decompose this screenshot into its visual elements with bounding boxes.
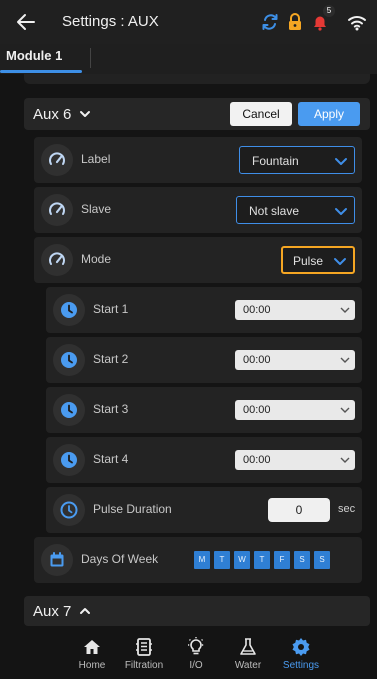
start-3-label: Start 3 [93,402,129,416]
label-select[interactable]: Fountain [239,146,355,174]
pulse-duration-label: Pulse Duration [93,502,172,516]
gauge-icon [41,244,73,276]
wifi-icon[interactable] [346,11,368,33]
pulse-duration-input[interactable]: 0 [268,498,330,522]
tab-divider [90,48,91,68]
nav-settings[interactable]: Settings [273,636,329,671]
slave-row: Slave Not slave [34,187,362,233]
chevron-down-icon [335,158,347,165]
pulse-duration-row: Pulse Duration 0 sec [46,487,362,533]
start-2-value: 00:00 [243,354,271,366]
clock-icon [53,394,85,426]
nav-water[interactable]: Water [220,636,276,671]
bottom-navigation: Home Filtration I/O Water Settings [0,628,377,679]
day-toggle-monday[interactable]: M [194,551,210,569]
start-2-select[interactable]: 00:00 [235,350,355,370]
filtration-icon [136,638,152,656]
nav-water-label: Water [234,660,262,671]
aux7-label: Aux 7 [33,603,72,620]
nav-io[interactable]: I/O [168,636,224,671]
cancel-button[interactable]: Cancel [230,102,292,126]
lightbulb-icon [188,637,204,655]
start-3-row: Start 3 00:00 [46,387,362,433]
nav-filtration-label: Filtration [124,660,164,671]
day-toggle-tuesday[interactable]: T [214,551,230,569]
chevron-down-icon [340,407,350,413]
start-3-select[interactable]: 00:00 [235,400,355,420]
start-1-value: 00:00 [243,304,271,316]
chevron-down-icon[interactable] [79,108,91,120]
slave-select-value: Not slave [249,204,300,218]
aux7-header[interactable]: Aux 7 [24,596,370,626]
top-app-bar: Settings : AUX 5 [0,0,377,44]
clock-icon [53,294,85,326]
day-toggle-friday[interactable]: F [274,551,290,569]
mode-row-label: Mode [81,252,112,266]
calendar-icon [41,544,73,576]
chevron-down-icon [340,457,350,463]
start-1-row: Start 1 00:00 [46,287,362,333]
start-3-value: 00:00 [243,404,271,416]
sync-icon[interactable] [259,11,281,33]
mode-select-value: Pulse [293,254,324,268]
chevron-up-icon[interactable] [79,605,91,617]
home-icon [84,640,100,654]
nav-home[interactable]: Home [64,636,120,671]
day-toggle-wednesday[interactable]: W [234,551,250,569]
chevron-down-icon [335,208,347,215]
start-4-select[interactable]: 00:00 [235,450,355,470]
nav-filtration[interactable]: Filtration [116,636,172,671]
start-4-value: 00:00 [243,454,271,466]
clock-icon [53,444,85,476]
day-toggle-thursday[interactable]: T [254,551,270,569]
apply-button[interactable]: Apply [298,102,360,126]
aux7-title: Aux 7 [33,603,91,620]
nav-settings-label: Settings [282,660,320,671]
chevron-down-icon [340,357,350,363]
mode-row: Mode Pulse [34,237,362,283]
label-row-label: Label [81,152,111,166]
gear-icon [292,638,310,656]
clock-icon [53,344,85,376]
slave-row-label: Slave [81,202,112,216]
start-1-select[interactable]: 00:00 [235,300,355,320]
mode-select[interactable]: Pulse [281,246,355,274]
active-tab-indicator [0,70,82,73]
aux6-label: Aux 6 [33,106,72,123]
back-arrow-icon[interactable] [14,10,38,34]
start-2-row: Start 2 00:00 [46,337,362,383]
flask-icon [240,638,256,655]
gauge-icon [41,144,73,176]
start-4-label: Start 4 [93,452,129,466]
module-tab-bar: Module 1 [0,44,377,74]
days-of-week-row: Days Of Week M T W T F S S [34,537,362,583]
aux6-header[interactable]: Aux 6 Cancel Apply [24,98,370,130]
pulse-duration-unit: sec [338,503,356,515]
start-4-row: Start 4 00:00 [46,437,362,483]
nav-home-label: Home [78,660,106,671]
chevron-down-icon [334,258,346,265]
day-toggle-sunday[interactable]: S [314,551,330,569]
start-2-label: Start 2 [93,352,129,366]
timer-icon [53,494,85,526]
tab-module-1[interactable]: Module 1 [6,48,62,63]
label-select-value: Fountain [252,154,299,168]
label-row: Label Fountain [34,137,362,183]
start-1-label: Start 1 [93,302,129,316]
page-title: Settings : AUX [62,13,159,30]
lock-icon[interactable] [284,11,306,33]
gauge-icon [41,194,73,226]
slave-select[interactable]: Not slave [236,196,355,224]
chevron-down-icon [340,307,350,313]
days-of-week-label: Days Of Week [81,552,159,566]
aux6-title: Aux 6 [33,106,91,123]
day-toggle-saturday[interactable]: S [294,551,310,569]
notification-badge: 5 [323,5,335,17]
collapsed-panel-edge [24,74,370,84]
nav-io-label: I/O [189,660,203,671]
